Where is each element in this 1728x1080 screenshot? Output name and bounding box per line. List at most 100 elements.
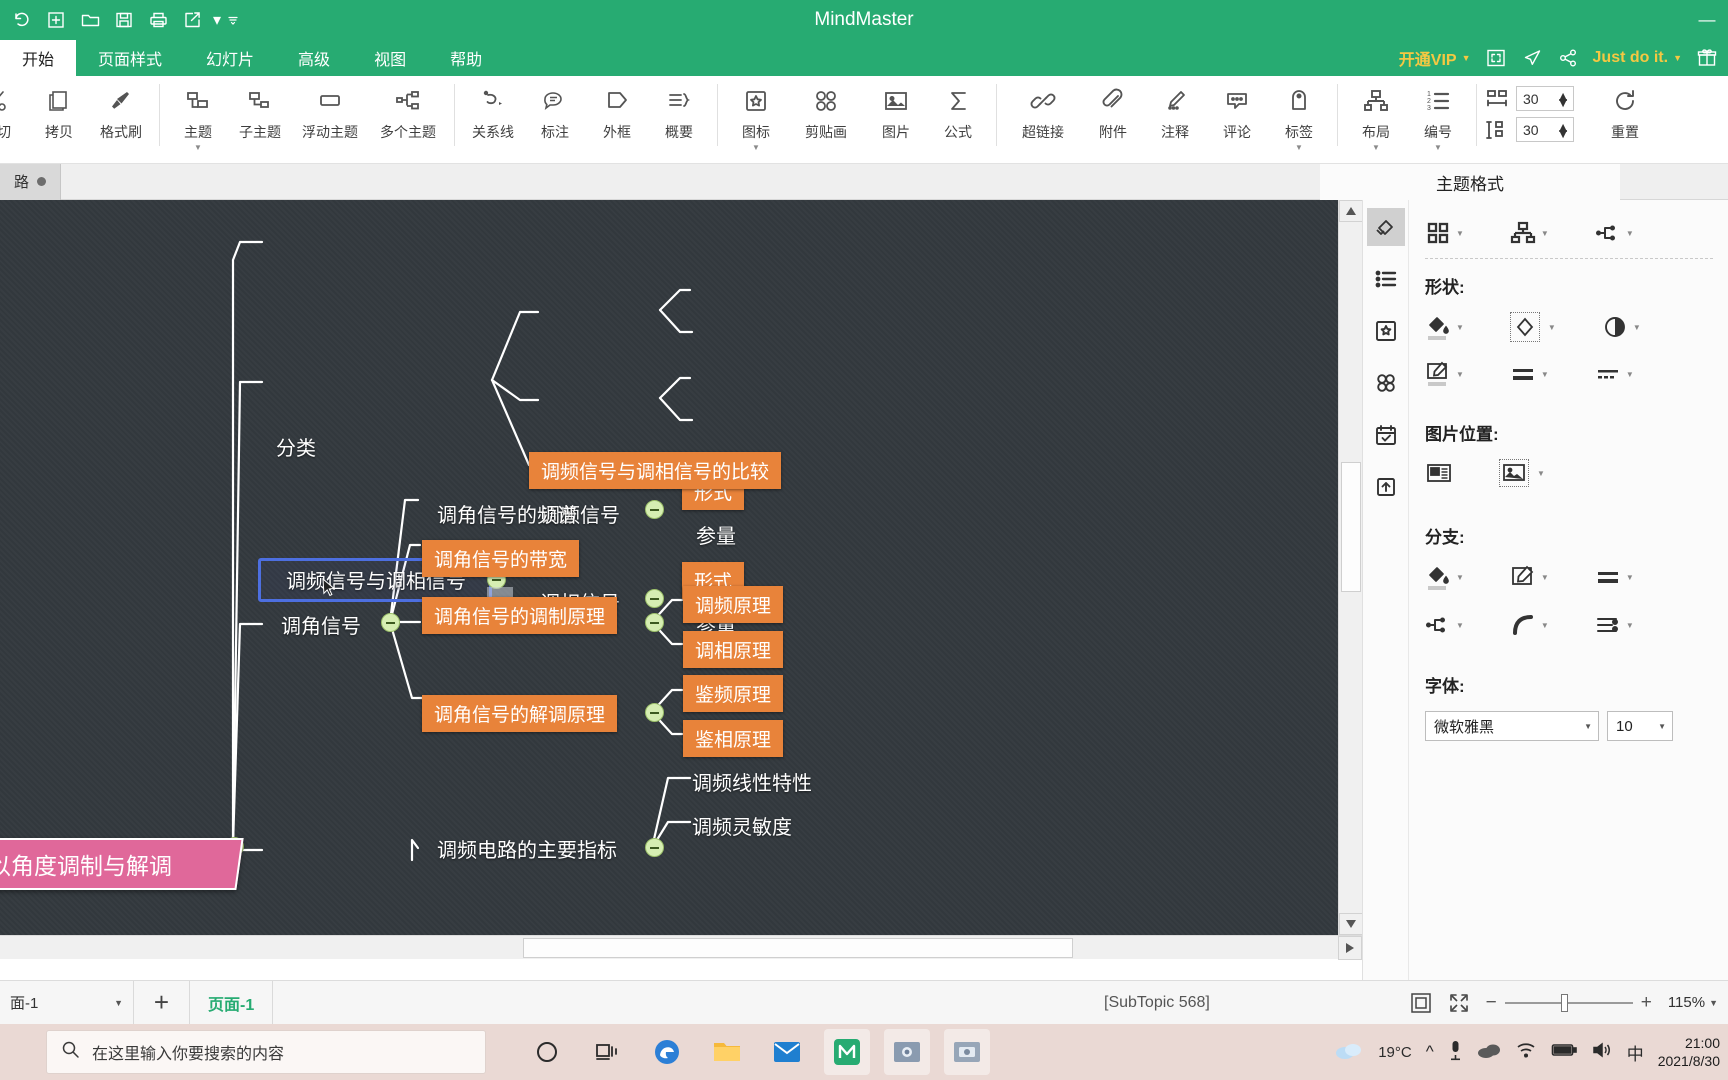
wifi-icon[interactable]: [1515, 1041, 1537, 1063]
chevron-down-icon[interactable]: ▼: [1295, 144, 1303, 152]
mindmap-node[interactable]: 鉴相原理: [683, 720, 784, 757]
zoom-thumb[interactable]: [1560, 993, 1568, 1012]
marker-box-icon[interactable]: [1367, 312, 1405, 350]
document-tab[interactable]: 路: [0, 163, 62, 200]
qat-more-caret[interactable]: [226, 4, 240, 36]
mindmap-node[interactable]: 鉴频原理: [683, 675, 784, 712]
collapse-toggle[interactable]: [381, 613, 400, 632]
zoom-out-button[interactable]: −: [1486, 992, 1497, 1014]
branch-connector-icon[interactable]: ▼: [1425, 612, 1464, 638]
scroll-up-button[interactable]: [1339, 200, 1363, 222]
collapse-toggle[interactable]: [645, 500, 664, 519]
chevron-down-icon[interactable]: ▼: [1626, 573, 1634, 582]
zoom-slider[interactable]: − +: [1486, 992, 1652, 1014]
shape-picker-icon[interactable]: [1509, 312, 1540, 342]
mindmap-central-topic[interactable]: 以角度调制与解调: [0, 838, 244, 890]
chevron-down-icon[interactable]: ▼: [1434, 144, 1442, 152]
zoom-in-button[interactable]: +: [1641, 992, 1652, 1014]
spinner-arrows[interactable]: ▲ ▼: [1556, 120, 1570, 140]
collapse-toggle[interactable]: [645, 838, 664, 857]
font-family-select[interactable]: 微软雅黑 ▼: [1425, 711, 1599, 741]
chevron-down-icon[interactable]: ▼: [1626, 621, 1634, 630]
task-calendar-icon[interactable]: [1367, 416, 1405, 454]
chevron-down-icon[interactable]: ▼: [1456, 370, 1464, 379]
ribbon-format-brush[interactable]: 格式刷: [90, 76, 152, 163]
mindmap-node[interactable]: 调角信号的解调原理: [422, 695, 618, 732]
mindmap-node[interactable]: 分类: [276, 432, 316, 461]
app7-icon[interactable]: [884, 1029, 930, 1075]
mindmap-node[interactable]: 调频线性特性: [692, 767, 812, 796]
tray-expand-chevron-icon[interactable]: ^: [1426, 1042, 1434, 1062]
ribbon-copy[interactable]: 拷贝: [28, 76, 90, 163]
scroll-right-button[interactable]: [1338, 936, 1362, 960]
structure-icon[interactable]: ▼: [1510, 220, 1549, 246]
theme-grid-icon[interactable]: ▼: [1425, 220, 1464, 246]
ribbon-formula[interactable]: 公式: [927, 76, 989, 163]
tab-page-style[interactable]: 页面样式: [76, 40, 184, 76]
user-account-button[interactable]: Just do it. ▼: [1593, 49, 1682, 67]
shape-effect-icon[interactable]: ▼: [1602, 314, 1641, 340]
branch-shape-icon[interactable]: ▼: [1595, 220, 1634, 246]
vertical-spacing-input[interactable]: 30 ▲ ▼: [1516, 117, 1574, 142]
page-selector[interactable]: 面-1 ▼: [0, 980, 134, 1025]
onedrive-icon[interactable]: [1477, 1041, 1501, 1063]
task-view-icon[interactable]: [584, 1029, 630, 1075]
line-weight-icon[interactable]: ▼: [1510, 361, 1549, 387]
cortana-icon[interactable]: [524, 1029, 570, 1075]
volume-icon[interactable]: [1591, 1041, 1613, 1063]
branch-outline-icon[interactable]: ▼: [1510, 564, 1549, 590]
edge-icon[interactable]: [644, 1029, 690, 1075]
collapse-toggle[interactable]: [645, 589, 664, 608]
outline-color-icon[interactable]: ▼: [1425, 360, 1464, 388]
app8-icon[interactable]: [944, 1029, 990, 1075]
ribbon-attachment[interactable]: 附件: [1082, 76, 1144, 163]
mindmap-node[interactable]: 参量: [696, 520, 736, 549]
vip-button[interactable]: 开通VIP ▼: [1399, 46, 1471, 70]
tab-advanced[interactable]: 高级: [276, 40, 352, 76]
share-icon[interactable]: [1557, 47, 1579, 69]
ribbon-summary[interactable]: 概要: [648, 76, 710, 163]
microphone-icon[interactable]: [1448, 1039, 1463, 1065]
ribbon-note[interactable]: 注释: [1144, 76, 1206, 163]
ribbon-marker[interactable]: 图标 ▼: [725, 76, 787, 163]
ribbon-layout[interactable]: 布局 ▼: [1345, 76, 1407, 163]
send-icon[interactable]: [1521, 47, 1543, 69]
image-left-icon[interactable]: [1425, 461, 1453, 485]
mindmap-canvas[interactable]: 分类 调频信号与调相信号 调频信号 形式 参量 调相信号 形式 参量 调频信号与…: [0, 200, 1362, 935]
chevron-down-icon[interactable]: ▼: [1626, 370, 1634, 379]
chevron-down-icon[interactable]: ▼: [1456, 621, 1464, 630]
collapse-toggle[interactable]: [645, 703, 664, 722]
horizontal-scroll-thumb[interactable]: [523, 938, 1073, 958]
branch-curve-icon[interactable]: ▼: [1510, 612, 1549, 638]
battery-icon[interactable]: [1551, 1042, 1577, 1062]
mail-icon[interactable]: [764, 1029, 810, 1075]
image-top-icon[interactable]: [1499, 459, 1529, 487]
mindmap-node[interactable]: 调相原理: [683, 631, 784, 668]
collapse-toggle[interactable]: [645, 613, 664, 632]
ribbon-subtopic[interactable]: 子主题: [229, 76, 291, 163]
ribbon-image[interactable]: 图片: [865, 76, 927, 163]
add-page-button[interactable]: +: [134, 980, 190, 1025]
mindmap-node[interactable]: 调角信号的带宽: [422, 540, 580, 577]
new-icon[interactable]: [40, 4, 72, 36]
fullscreen-icon[interactable]: [1448, 992, 1470, 1014]
branch-weight-icon[interactable]: ▼: [1595, 564, 1634, 590]
font-size-select[interactable]: 10 ▼: [1607, 711, 1673, 741]
file-explorer-icon[interactable]: [704, 1029, 750, 1075]
ribbon-relationship[interactable]: 关系线: [462, 76, 524, 163]
chevron-down-icon[interactable]: ▼: [1456, 229, 1464, 238]
spinner-arrows[interactable]: ▲ ▼: [1556, 89, 1570, 109]
ribbon-multi-topic[interactable]: 多个主题: [369, 76, 447, 163]
canvas-vertical-scrollbar[interactable]: [1338, 200, 1363, 935]
chevron-down-icon[interactable]: ▼: [1541, 229, 1549, 238]
chevron-down-icon[interactable]: ▼: [1541, 573, 1549, 582]
mindmap-node[interactable]: 调频原理: [683, 586, 784, 623]
style-fill-icon[interactable]: [1366, 208, 1405, 246]
tab-start[interactable]: 开始: [0, 40, 77, 76]
chevron-down-icon[interactable]: ▼: [1541, 370, 1549, 379]
ime-indicator[interactable]: 中: [1627, 1040, 1644, 1065]
save-icon[interactable]: [108, 4, 140, 36]
chevron-down-icon[interactable]: ▼: [1537, 469, 1545, 478]
ribbon-clipart[interactable]: 剪贴画: [787, 76, 865, 163]
presentation-fullscreen-icon[interactable]: [1485, 47, 1507, 69]
